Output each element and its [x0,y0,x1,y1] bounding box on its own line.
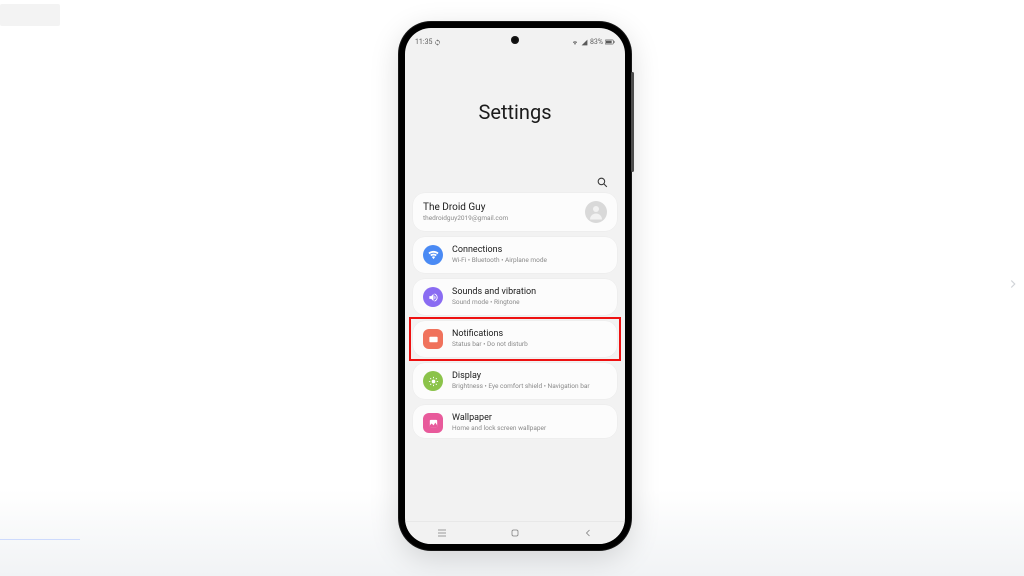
volume-icon [423,287,443,307]
nav-home[interactable] [505,526,525,540]
nav-recents[interactable] [432,526,452,540]
wifi-icon [423,245,443,265]
nav-back[interactable] [578,526,598,540]
brightness-icon [423,371,443,391]
sync-icon [434,39,441,46]
front-camera [511,36,519,44]
settings-item-display[interactable]: Display Brightness • Eye comfort shield … [413,363,617,399]
settings-header: Settings [405,50,625,174]
statusbar-time: 11:35 [415,38,432,46]
person-icon [587,203,605,221]
item-subtitle: Home and lock screen wallpaper [452,425,546,433]
item-subtitle: Wi-Fi • Bluetooth • Airplane mode [452,257,547,265]
page-title: Settings [478,100,551,124]
settings-item-wallpaper[interactable]: Wallpaper Home and lock screen wallpaper [413,405,617,438]
carousel-next-icon[interactable] [1006,276,1020,300]
battery-icon [605,39,615,45]
item-title: Display [452,371,590,382]
phone-screen: 11:35 83% Settings The Droid Guy the [405,28,625,544]
signal-icon [581,39,588,46]
search-button[interactable] [596,174,609,187]
item-subtitle: Sound mode • Ringtone [452,299,536,307]
avatar [585,201,607,223]
item-title: Sounds and vibration [452,287,536,298]
wifi-icon [571,39,579,46]
search-icon [596,176,609,189]
item-title: Connections [452,245,547,256]
item-title: Notifications [452,329,528,340]
page-accent-line [0,539,80,540]
phone-mockup: 11:35 83% Settings The Droid Guy the [399,22,631,550]
item-subtitle: Brightness • Eye comfort shield • Naviga… [452,383,590,391]
item-title: Wallpaper [452,413,546,424]
wallpaper-icon [423,413,443,433]
statusbar-battery: 83% [590,38,603,46]
account-email: thedroidguy2019@gmail.com [423,214,508,222]
settings-item-connections[interactable]: Connections Wi-Fi • Bluetooth • Airplane… [413,237,617,273]
settings-list: The Droid Guy thedroidguy2019@gmail.com … [405,193,625,438]
account-name: The Droid Guy [423,202,508,213]
settings-item-notifications[interactable]: Notifications Status bar • Do not distur… [413,321,617,357]
item-subtitle: Status bar • Do not disturb [452,341,528,349]
notifications-icon [423,329,443,349]
android-navbar [405,521,625,544]
settings-item-sounds[interactable]: Sounds and vibration Sound mode • Ringto… [413,279,617,315]
page-tab-stub [0,4,60,26]
account-card[interactable]: The Droid Guy thedroidguy2019@gmail.com [413,193,617,231]
